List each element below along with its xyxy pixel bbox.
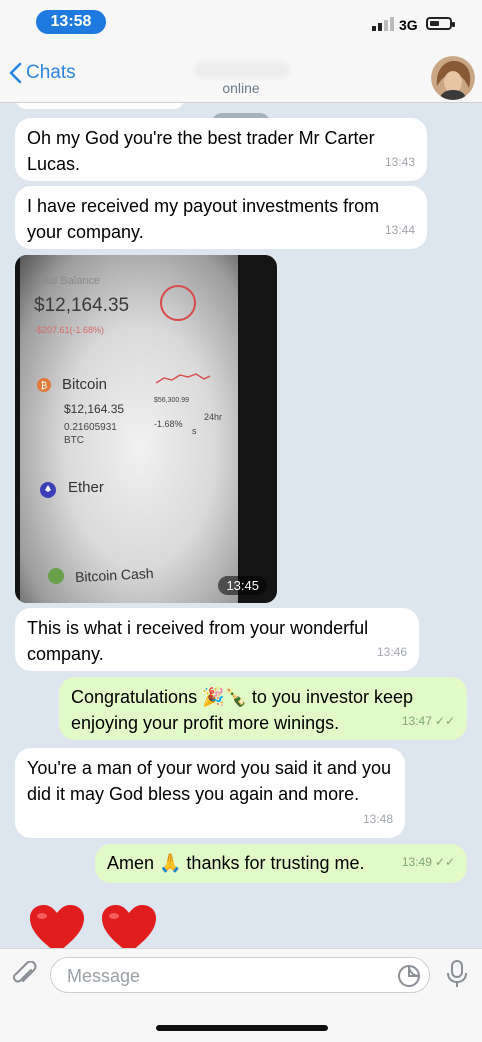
message-text: Amen 🙏 thanks for trusting me. (107, 853, 365, 873)
bitcoin-icon: ₿ (37, 378, 51, 392)
chat-history[interactable]: Today Oh my God you're the best trader M… (0, 103, 482, 948)
coin-amount: 0.21605931 (64, 422, 117, 433)
contact-name-redacted[interactable] (194, 62, 290, 78)
coin-name-bitcoin: Bitcoin (62, 376, 108, 393)
ether-icon (40, 482, 56, 498)
message-time: 13:49 (401, 855, 432, 869)
coin-value: $12,164.35 (64, 402, 125, 416)
photo-message[interactable]: Total Balance $12,164.35 -$207.61(-1.68%… (15, 255, 277, 603)
sticker-icon[interactable] (397, 964, 421, 988)
message-time: 13:43 (384, 155, 415, 169)
network-type: 3G (399, 17, 418, 33)
signal-icon (372, 17, 394, 31)
heart-emoji-message[interactable] (28, 903, 158, 948)
message-text: Oh my God you're the best trader Mr Cart… (27, 128, 375, 174)
contact-status: online (222, 80, 260, 96)
coin-unit: BTC (64, 435, 84, 446)
avatar[interactable] (431, 56, 475, 100)
home-indicator[interactable] (156, 1025, 328, 1031)
composer-bar (0, 948, 482, 1042)
heart-icon (102, 905, 156, 948)
message-time: 13:47 (401, 714, 432, 728)
message-bubble-incoming[interactable]: This is what i received from your wonder… (15, 608, 419, 671)
coin-pct: -1.68% (154, 419, 183, 429)
message-text: This is what i received from your wonder… (27, 618, 369, 664)
message-bubble-outgoing[interactable]: Amen 🙏 thanks for trusting me. 13:49 ✓✓ (95, 844, 467, 883)
total-balance-label: Total Balance (34, 275, 101, 287)
message-input[interactable] (65, 958, 369, 994)
wallet-screenshot: Total Balance $12,164.35 -$207.61(-1.68%… (20, 255, 238, 603)
sparkline (155, 373, 211, 384)
chat-header: Chats online (0, 46, 482, 103)
balance-change: -$207.61(-1.68%) (34, 325, 105, 335)
attach-icon[interactable] (12, 961, 38, 989)
message-bubble-incoming[interactable]: Oh my God you're the best trader Mr Cart… (15, 118, 427, 181)
balance-value: $12,164.35 (34, 295, 130, 316)
message-bubble-outgoing[interactable]: Congratulations 🎉🍾 to you investor keep … (59, 677, 467, 740)
status-bar: 13:58 3G (0, 0, 482, 46)
coin-price: $56,300.99 (154, 397, 190, 404)
status-time: 13:58 (36, 10, 106, 34)
message-time: 13:48 (362, 812, 393, 826)
message-meta: 13:49 ✓✓ (402, 849, 455, 875)
battery-icon (426, 17, 455, 30)
message-text: You're a man of your word you said it an… (27, 758, 391, 804)
coin-period-suffix: s (192, 426, 197, 436)
message-time: 13:46 (376, 645, 407, 659)
balance-ring-icon (160, 285, 196, 321)
message-meta: 13:47 ✓✓ (402, 708, 455, 734)
svg-text:₿: ₿ (41, 381, 48, 392)
message-text: I have received my payout investments fr… (27, 196, 380, 242)
double-check-icon: ✓✓ (434, 714, 455, 728)
bitcoin-cash-icon (48, 568, 64, 584)
microphone-icon[interactable] (446, 959, 468, 989)
message-text: Congratulations 🎉🍾 to you investor keep … (71, 687, 413, 733)
coin-period: 24hr (204, 412, 223, 422)
message-time: 13:45 (218, 576, 267, 595)
message-bubble-incoming[interactable]: You're a man of your word you said it an… (15, 748, 405, 838)
heart-icon (30, 905, 84, 948)
coin-name-ether: Ether (68, 479, 104, 496)
double-check-icon: ✓✓ (434, 855, 455, 869)
message-bubble-incoming[interactable]: I have received my payout investments fr… (15, 186, 427, 249)
message-bubble-incoming[interactable] (15, 103, 185, 109)
message-time: 13:44 (384, 223, 415, 237)
coin-name-bitcoin-cash: Bitcoin Cash (74, 564, 154, 586)
message-field[interactable] (50, 957, 430, 994)
